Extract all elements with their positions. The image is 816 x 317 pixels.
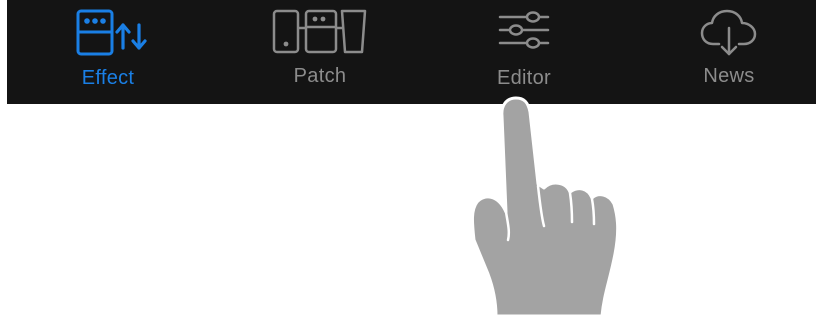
tab-editor[interactable]: Editor [467,0,581,104]
tab-news-label: News [703,65,755,87]
tab-effect[interactable]: Effect [51,0,165,104]
cloud-download-icon [700,9,757,56]
effect-pedal-swap-icon [76,9,147,56]
tab-editor-label: Editor [496,67,552,89]
tab-effect-label: Effect [81,67,135,89]
tab-news[interactable]: News [677,0,781,104]
sliders-icon [498,11,550,49]
tab-bar: Effect Patch Editor News [7,0,816,104]
tab-patch-label: Patch [293,65,347,87]
pointing-hand-icon [470,96,620,317]
patch-pedals-icon [272,9,367,54]
tab-patch[interactable]: Patch [255,0,385,104]
